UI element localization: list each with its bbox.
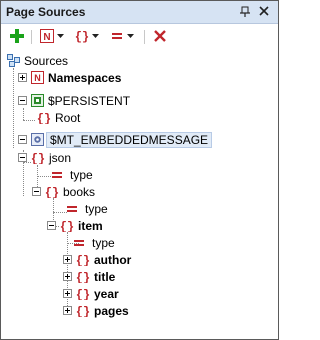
json-object-icon: {} <box>37 111 51 124</box>
tree-item-label: author <box>94 252 132 267</box>
svg-text:{}: {} <box>31 152 45 164</box>
json-object-icon: {} <box>73 27 91 45</box>
svg-text:N: N <box>43 32 50 43</box>
json-property-icon <box>52 170 62 180</box>
toolbar-separator <box>144 30 145 44</box>
namespace-icon: N <box>38 27 56 45</box>
tree-item-books-type[interactable]: type <box>67 200 108 217</box>
tree-item-item-type[interactable]: type <box>74 234 115 251</box>
tree-connector <box>23 108 24 120</box>
expand-icon[interactable] <box>63 306 72 315</box>
svg-text:{}: {} <box>37 112 51 124</box>
json-object-icon: {} <box>76 287 90 300</box>
tree-item-pages[interactable]: {} pages <box>63 302 129 319</box>
tree-item-label: Namespaces <box>48 70 122 85</box>
json-property-dropdown-button[interactable] <box>108 27 134 45</box>
panel-title: Page Sources <box>6 5 86 19</box>
json-object-icon: {} <box>76 270 90 283</box>
chevron-down-icon <box>56 27 64 45</box>
tree-item-label: year <box>94 286 119 301</box>
tree-connector <box>13 68 14 148</box>
collapse-icon[interactable] <box>47 221 56 230</box>
tree-item-title[interactable]: {} title <box>63 268 115 285</box>
tree-item-books[interactable]: {} books <box>32 183 95 200</box>
svg-text:{}: {} <box>76 271 90 283</box>
expand-icon[interactable] <box>63 272 72 281</box>
svg-text:{}: {} <box>76 305 90 317</box>
tree-item-label: type <box>70 167 93 182</box>
tree-item-label: Root <box>55 110 81 125</box>
svg-text:{}: {} <box>76 288 90 300</box>
tree-item-label: $MT_EMBEDDEDMESSAGE <box>46 131 213 148</box>
tree-item-label: pages <box>94 303 129 318</box>
chevron-down-icon <box>91 27 99 45</box>
chevron-down-icon <box>126 27 134 45</box>
tree-item-item[interactable]: {} item <box>47 217 103 234</box>
collapse-icon[interactable] <box>32 187 41 196</box>
json-object-icon: {} <box>76 304 90 317</box>
json-property-icon <box>74 238 84 248</box>
tree-item-author[interactable]: {} author <box>63 251 131 268</box>
svg-text:{}: {} <box>76 254 90 266</box>
json-object-dropdown-button[interactable]: {} <box>73 27 99 45</box>
toolbar: N {} <box>1 24 278 50</box>
tree-item-label: title <box>94 269 116 284</box>
namespace-icon: N <box>31 71 44 84</box>
pin-icon[interactable] <box>239 6 251 18</box>
tree-connector <box>53 212 67 213</box>
tree-item-json[interactable]: {} json <box>18 149 71 166</box>
add-button[interactable] <box>8 27 26 45</box>
namespace-dropdown-button[interactable]: N <box>38 27 64 45</box>
expand-icon[interactable] <box>63 289 72 298</box>
sources-icon <box>7 54 20 67</box>
embedded-source-icon <box>31 133 44 146</box>
tree-connector <box>37 176 51 177</box>
collapse-icon[interactable] <box>18 96 27 105</box>
collapse-icon[interactable] <box>18 135 27 144</box>
json-object-icon: {} <box>31 151 45 164</box>
json-object-icon: {} <box>76 253 90 266</box>
tree-item-year[interactable]: {} year <box>63 285 119 302</box>
tree-item-label: books <box>63 184 96 199</box>
tree-connector <box>23 120 35 121</box>
expand-icon[interactable] <box>18 73 27 82</box>
json-object-icon: {} <box>60 219 74 232</box>
tree-item-label: Sources <box>24 53 69 68</box>
tree-item-sources[interactable]: Sources <box>7 52 68 69</box>
add-plus-icon <box>8 27 26 45</box>
sources-tree: Sources N Namespaces $PERSISTENT {} Root… <box>1 50 278 339</box>
tree-item-label: json <box>49 150 72 165</box>
svg-text:{}: {} <box>75 30 89 43</box>
close-icon[interactable] <box>258 5 270 17</box>
persistent-source-icon <box>31 94 44 107</box>
tree-item-label: item <box>78 218 103 233</box>
tree-item-label: $PERSISTENT <box>48 93 131 108</box>
tree-item-json-type[interactable]: type <box>52 166 93 183</box>
tree-item-root[interactable]: {} Root <box>37 109 80 126</box>
svg-text:{}: {} <box>45 186 59 198</box>
expand-icon[interactable] <box>63 255 72 264</box>
json-object-icon: {} <box>45 185 59 198</box>
panel-titlebar: Page Sources <box>1 1 278 24</box>
tree-item-embedded-message[interactable]: $MT_EMBEDDEDMESSAGE <box>18 131 213 148</box>
json-property-icon <box>67 204 77 214</box>
tree-item-namespaces[interactable]: N Namespaces <box>18 69 121 86</box>
tree-item-label: type <box>92 235 115 250</box>
delete-button[interactable] <box>151 27 169 45</box>
tree-item-persistent[interactable]: $PERSISTENT <box>18 92 130 109</box>
svg-text:{}: {} <box>60 220 74 232</box>
delete-x-icon <box>151 27 169 45</box>
toolbar-separator <box>31 30 32 44</box>
page-sources-panel: Page Sources N {} Sources N Namespaces $… <box>0 0 279 340</box>
collapse-icon[interactable] <box>18 153 27 162</box>
tree-item-label: type <box>85 201 108 216</box>
svg-text:N: N <box>34 73 41 83</box>
json-property-icon <box>108 27 126 45</box>
